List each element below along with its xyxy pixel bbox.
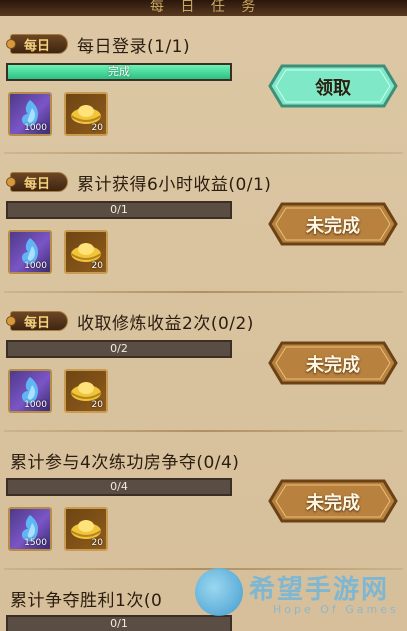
reward-qty: 1000: [24, 123, 47, 133]
progress-bar: 完成: [6, 63, 232, 81]
reward-item[interactable]: 20: [64, 369, 108, 413]
reward-item[interactable]: 1000: [8, 369, 52, 413]
task-title: 收取修炼收益2次(0/2): [77, 314, 254, 334]
watermark-cn: 希望手游网: [249, 575, 390, 605]
progress-text: 0/1: [110, 203, 128, 216]
task-row: 每日 累计获得6小时收益(0/1) 0/1 1000 20 未完成: [0, 168, 407, 286]
progress-text: 0/2: [110, 342, 128, 355]
divider: [4, 430, 403, 432]
incomplete-button[interactable]: 未完成: [268, 341, 398, 385]
watermark: 希望手游网 Hope Of Games: [195, 565, 405, 625]
reward-qty: 1000: [24, 261, 47, 271]
task-title: 累计争夺胜利1次(0: [10, 591, 163, 611]
incomplete-button-label: 未完成: [306, 216, 360, 237]
task-row: 每日 每日登录(1/1) 完成 1000 20 领取: [0, 30, 407, 148]
daily-tag: 每日: [6, 172, 68, 192]
reward-item[interactable]: 20: [64, 92, 108, 136]
progress-bar: 0/4: [6, 478, 232, 496]
reward-qty: 20: [91, 123, 103, 133]
claim-button-label: 领取: [315, 78, 351, 99]
task-title: 累计参与4次练功房争夺(0/4): [10, 453, 240, 473]
reward-item[interactable]: 20: [64, 230, 108, 274]
daily-tag-label: 每日: [24, 177, 51, 192]
reward-qty: 20: [91, 400, 103, 410]
watermark-en: Hope Of Games: [273, 603, 399, 616]
claim-button[interactable]: 领取: [268, 64, 398, 108]
progress-text: 完成: [108, 65, 130, 78]
reward-qty: 1000: [24, 400, 47, 410]
incomplete-button[interactable]: 未完成: [268, 202, 398, 246]
reward-qty: 1500: [24, 538, 47, 548]
watermark-logo-icon: [195, 568, 243, 616]
divider: [4, 291, 403, 293]
task-title: 累计获得6小时收益(0/1): [77, 175, 272, 195]
progress-bar: 0/2: [6, 340, 232, 358]
daily-tag-label: 每日: [24, 316, 51, 331]
task-row: 累计参与4次练功房争夺(0/4) 0/4 1500 20 未完成: [0, 446, 407, 564]
incomplete-button-label: 未完成: [306, 493, 360, 514]
task-title: 每日登录(1/1): [77, 37, 191, 57]
daily-tag: 每日: [6, 311, 68, 331]
task-row: 每日 收取修炼收益2次(0/2) 0/2 1000 20 未完成: [0, 307, 407, 425]
daily-tag-label: 每日: [24, 39, 51, 54]
reward-item[interactable]: 20: [64, 507, 108, 551]
reward-item[interactable]: 1000: [8, 92, 52, 136]
reward-qty: 20: [91, 538, 103, 548]
header-strip: 每 日 任 务: [0, 0, 407, 16]
divider: [4, 152, 403, 154]
incomplete-button-label: 未完成: [306, 355, 360, 376]
progress-bar: 0/1: [6, 201, 232, 219]
reward-item[interactable]: 1500: [8, 507, 52, 551]
reward-item[interactable]: 1000: [8, 230, 52, 274]
progress-text: 0/4: [110, 480, 128, 493]
reward-qty: 20: [91, 261, 103, 271]
daily-tag: 每日: [6, 34, 68, 54]
page-title: 每 日 任 务: [150, 0, 262, 15]
incomplete-button[interactable]: 未完成: [268, 479, 398, 523]
